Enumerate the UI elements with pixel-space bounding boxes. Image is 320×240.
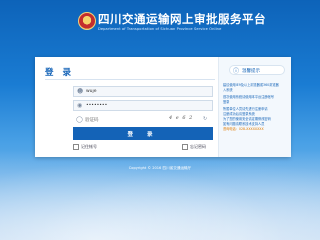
checkbox[interactable] [182,144,188,150]
divider [45,79,215,80]
tips-list: 建议使用IE9及以上浏览器或360浏览器 入系统 首次使用系统请使用本平台注册帐… [223,83,289,132]
login-panel: 登 录 ☻ ◉ ◯ 4 e 6 2 ↻ 登 录 记住帐号 忘记密码 ⓘ 温馨提示… [35,57,291,157]
remember-label: 记住帐号 [81,144,97,149]
captcha-row: ◯ 4 e 6 2 ↻ [73,115,213,125]
shield-icon: ◯ [76,116,83,123]
tips-title: 温馨提示 [242,69,260,74]
captcha-input[interactable] [85,116,145,124]
password-field[interactable]: ◉ [73,100,213,111]
site-subtitle: Department of Transportation of Sichuan … [98,27,222,31]
tips-panel: ⓘ 温馨提示 建议使用IE9及以上浏览器或360浏览器 入系统 首次使用系统请使… [218,57,291,157]
emblem-icon [78,12,96,30]
user-icon: ☻ [77,88,84,95]
tip-line: 登录 [223,100,230,104]
login-button[interactable]: 登 录 [73,127,213,140]
password-input[interactable] [86,101,206,110]
tip-line: 咨询电话：028-XXXXXXXX [223,127,289,132]
site-title: 四川交通运输网上审批服务平台 [98,12,266,26]
site-header: 四川交通运输网上审批服务平台 Department of Transportat… [78,10,278,46]
tip-line: 入系统 [223,88,233,92]
info-icon: ⓘ [233,68,240,75]
refresh-icon[interactable]: ↻ [203,116,207,122]
captcha-image[interactable]: 4 e 6 2 [169,115,199,124]
forgot-password[interactable]: 忘记密码 [182,144,206,150]
lock-icon: ◉ [77,102,83,109]
forgot-label: 忘记密码 [190,144,206,149]
tips-header: ⓘ 温馨提示 [229,65,285,75]
login-title: 登 录 [45,68,74,78]
username-input[interactable] [86,87,206,96]
username-field[interactable]: ☻ [73,86,213,97]
remember-account[interactable]: 记住帐号 [73,144,97,150]
checkbox[interactable] [73,144,79,150]
tip-contact: 咨询电话：028-XXXXXXXX [223,127,264,131]
background-cityscape [0,150,320,240]
copyright: Copyright © 2016 四川省交通运输厅 [128,166,192,170]
